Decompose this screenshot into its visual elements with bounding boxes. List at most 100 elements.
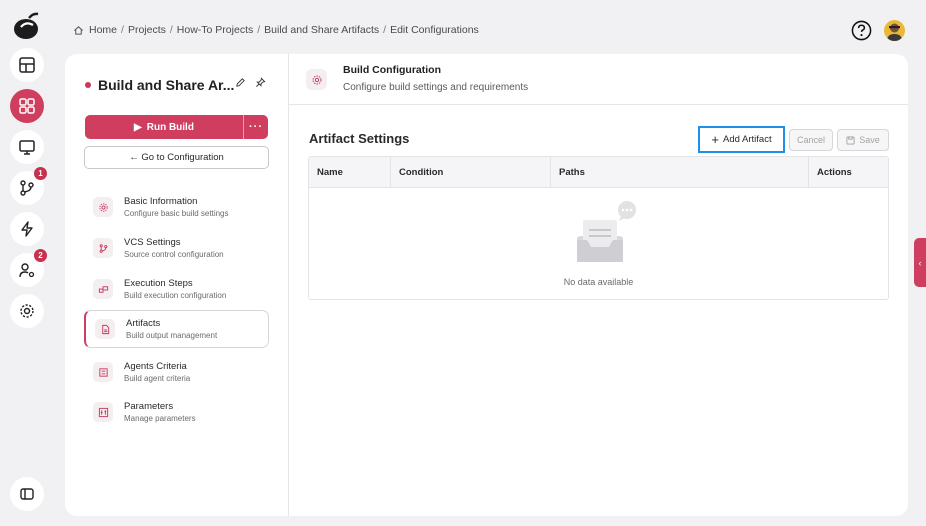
nav-text: Parameters Manage parameters (124, 401, 196, 423)
nav-icon-wrap (93, 402, 113, 422)
lightning-icon (21, 221, 33, 237)
nav-item-basic-information[interactable]: Basic Information Configure basic build … (84, 188, 269, 226)
nav-sub: Manage parameters (124, 414, 196, 423)
nav-icon-wrap (93, 238, 113, 258)
go-to-configuration-button[interactable]: ← Go to Configuration (84, 146, 269, 169)
branch-merge-icon (20, 180, 34, 196)
rail-monitor-button[interactable] (10, 130, 44, 164)
column-header-paths[interactable]: Paths (550, 157, 808, 188)
rail-branches-button[interactable]: 1 (10, 167, 47, 205)
notification-badge: 1 (34, 167, 47, 180)
edit-icon[interactable] (235, 77, 246, 88)
nav-text: Basic Information Configure basic build … (124, 196, 229, 218)
column-header-actions: Actions (808, 157, 888, 188)
gear-icon (20, 304, 34, 318)
rail-apps-button[interactable] (10, 89, 44, 123)
status-dot (85, 82, 91, 88)
nav-text: Agents Criteria Build agent criteria (124, 361, 190, 383)
chevron-left-icon: ‹ (918, 257, 922, 268)
nav-icon-wrap (93, 197, 113, 217)
gear-icon (98, 202, 108, 212)
add-artifact-button[interactable]: + Add Artifact (698, 126, 785, 153)
empty-inbox-icon (577, 201, 636, 262)
cancel-button[interactable]: Cancel (789, 129, 833, 151)
breadcrumb-separator: / (121, 24, 124, 36)
parameters-icon (98, 407, 108, 417)
nav-text: Execution Steps Build execution configur… (124, 278, 226, 300)
nav-icon-wrap (93, 279, 113, 299)
help-icon[interactable] (851, 20, 872, 41)
avatar[interactable] (884, 20, 905, 41)
panel-subtitle: Configure build settings and requirement… (343, 82, 529, 93)
file-icon (101, 324, 109, 334)
nav-icon-wrap (93, 362, 113, 382)
nav-label: Parameters (124, 401, 174, 412)
breadcrumb-projects[interactable]: Projects (128, 24, 166, 36)
app-rail: 1 2 (0, 0, 54, 526)
artifacts-table: Name Condition Paths Actions No data ava… (308, 156, 889, 300)
nav-sub: Build agent criteria (124, 374, 191, 383)
breadcrumb-separator: / (169, 24, 173, 36)
save-button[interactable]: Save (837, 129, 889, 151)
sidebar-toggle-icon (20, 488, 34, 500)
plus-icon: + (711, 131, 719, 147)
nav-item-vcs-settings[interactable]: VCS Settings Source control configuratio… (84, 229, 269, 267)
run-build-label: Run Build (146, 121, 194, 133)
nav-item-artifacts[interactable]: Artifacts Build output management (84, 310, 269, 348)
breadcrumb-separator: / (257, 24, 261, 36)
breadcrumb-howto-projects[interactable]: How-To Projects (177, 24, 253, 36)
section-title: Artifact Settings (309, 131, 410, 146)
nav-label: Agents Criteria (124, 361, 187, 372)
build-title-text: Build and Share Ar... (98, 77, 235, 93)
breadcrumb-separator: / (383, 24, 387, 36)
run-build-button[interactable]: ▶ Run Build (85, 115, 244, 139)
rail-dashboard-button[interactable] (10, 48, 44, 82)
column-header-condition[interactable]: Condition (390, 157, 550, 188)
nav-label: Execution Steps (124, 278, 193, 289)
nav-text: Artifacts Build output management (126, 318, 217, 340)
apps-grid-icon (19, 98, 35, 114)
breadcrumb-build-and-share[interactable]: Build and Share Artifacts (264, 24, 379, 36)
app-logo-icon[interactable] (11, 10, 43, 42)
nav-item-parameters[interactable]: Parameters Manage parameters (84, 393, 269, 431)
title-actions (235, 77, 266, 88)
breadcrumb-current: Edit Configurations (390, 24, 479, 36)
monitor-icon (19, 140, 35, 155)
pin-icon[interactable] (255, 77, 266, 88)
panel-title: Build Configuration (343, 64, 441, 76)
avatar-image-icon (887, 23, 902, 41)
steps-icon (98, 285, 108, 293)
nav-label: VCS Settings (124, 237, 181, 248)
rail-actions-button[interactable] (10, 212, 44, 246)
agent-icon (98, 367, 108, 377)
empty-state-text: No data available (563, 277, 634, 287)
main-card: Build and Share Ar... ▶ Run Build ··· ← … (65, 54, 908, 516)
column-header-name[interactable]: Name (309, 157, 390, 188)
nav-label: Artifacts (126, 318, 161, 329)
add-artifact-label: Add Artifact (723, 134, 772, 145)
user-settings-icon (19, 263, 35, 278)
save-label: Save (859, 135, 880, 145)
side-drawer-handle[interactable]: ‹ (914, 238, 926, 287)
nav-item-execution-steps[interactable]: Execution Steps Build execution configur… (84, 270, 269, 308)
table-header: Name Condition Paths Actions (309, 157, 888, 188)
run-build-button-group: ▶ Run Build ··· (85, 115, 268, 139)
rail-settings-button[interactable] (10, 294, 44, 328)
nav-text: VCS Settings Source control configuratio… (124, 237, 224, 259)
rail-user-settings-button[interactable]: 2 (10, 249, 47, 287)
sidebar-toggle-button[interactable] (10, 477, 44, 511)
nav-sub: Build output management (126, 331, 218, 340)
gear-icon (312, 75, 321, 84)
breadcrumb: Home / Projects / How-To Projects / Buil… (73, 24, 479, 36)
nav-item-agents-criteria[interactable]: Agents Criteria Build agent criteria (84, 353, 269, 391)
breadcrumb-home[interactable]: Home (89, 24, 117, 36)
nav-label: Basic Information (124, 196, 198, 207)
config-sidebar: Build and Share Ar... ▶ Run Build ··· ← … (65, 54, 289, 516)
save-icon (846, 135, 855, 145)
branch-icon (99, 243, 107, 253)
build-title: Build and Share Ar... (85, 77, 234, 93)
notification-badge: 2 (34, 249, 47, 262)
play-icon: ▶ (134, 121, 142, 133)
more-options-button[interactable]: ··· (244, 115, 268, 139)
home-icon[interactable] (73, 25, 84, 36)
